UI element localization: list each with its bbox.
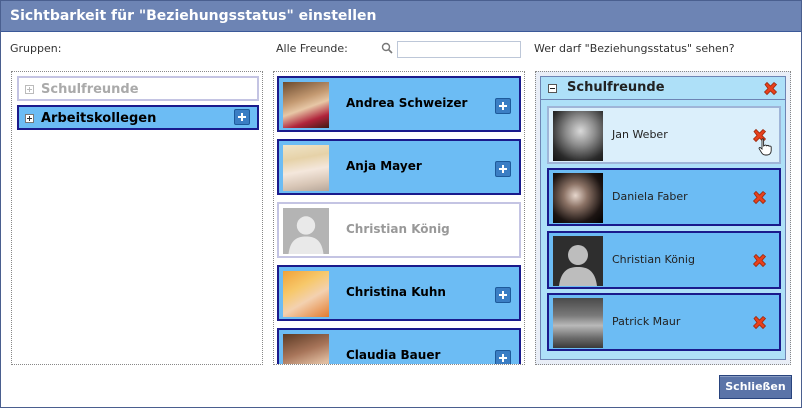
member-name: Jan Weber bbox=[612, 128, 668, 141]
groups-label: Gruppen: bbox=[10, 42, 62, 55]
group-item-schulfreunde: Schulfreunde bbox=[17, 76, 259, 101]
add-friend-button[interactable] bbox=[495, 98, 511, 114]
avatar bbox=[283, 145, 329, 191]
friend-item-claudia-bauer[interactable]: Claudia Bauer bbox=[277, 328, 521, 364]
avatar bbox=[283, 334, 329, 364]
collapse-icon[interactable] bbox=[548, 84, 557, 93]
visible-group-members: Jan Weber Daniela Faber Christian König bbox=[540, 100, 786, 360]
visibility-dialog: Sichtbarkeit für "Beziehungsstatus" eins… bbox=[0, 0, 802, 408]
add-friend-button[interactable] bbox=[495, 287, 511, 303]
friend-item-christina-kuhn[interactable]: Christina Kuhn bbox=[277, 265, 521, 321]
all-friends-label: Alle Freunde: bbox=[276, 42, 348, 55]
remove-member-x-icon[interactable] bbox=[752, 253, 767, 268]
friend-item-christian-koenig: Christian König bbox=[277, 202, 521, 258]
search-icon bbox=[381, 42, 393, 54]
member-item-patrick-maur[interactable]: Patrick Maur bbox=[547, 293, 781, 351]
add-group-button[interactable] bbox=[234, 109, 250, 125]
friend-name: Andrea Schweizer bbox=[346, 96, 468, 110]
friend-name: Claudia Bauer bbox=[346, 348, 441, 362]
friend-search-input[interactable] bbox=[397, 41, 521, 58]
add-friend-button[interactable] bbox=[495, 350, 511, 364]
remove-group-x-icon[interactable] bbox=[763, 81, 778, 96]
avatar bbox=[283, 271, 329, 317]
group-item-arbeitskollegen[interactable]: Arbeitskollegen bbox=[17, 105, 259, 130]
avatar bbox=[553, 173, 603, 223]
groups-panel: Schulfreunde Arbeitskollegen bbox=[11, 71, 263, 365]
member-name: Patrick Maur bbox=[612, 315, 681, 328]
member-name: Daniela Faber bbox=[612, 190, 688, 203]
avatar bbox=[553, 236, 603, 286]
avatar bbox=[553, 298, 603, 348]
dialog-title: Sichtbarkeit für "Beziehungsstatus" eins… bbox=[1, 1, 801, 32]
remove-member-x-icon[interactable] bbox=[752, 190, 767, 205]
expand-icon[interactable] bbox=[25, 114, 34, 123]
friend-name: Anja Mayer bbox=[346, 159, 422, 173]
add-friend-button[interactable] bbox=[495, 161, 511, 177]
hand-pointer-icon bbox=[758, 138, 772, 156]
friend-name: Christian König bbox=[346, 222, 450, 236]
friends-panel: Andrea Schweizer Anja Mayer Christian Kö… bbox=[273, 71, 525, 365]
member-item-daniela-faber[interactable]: Daniela Faber bbox=[547, 168, 781, 226]
friend-item-anja-mayer[interactable]: Anja Mayer bbox=[277, 139, 521, 195]
avatar bbox=[553, 111, 603, 161]
visible-group-title: Schulfreunde bbox=[567, 80, 665, 95]
avatar bbox=[283, 82, 329, 128]
group-label: Schulfreunde bbox=[41, 82, 139, 97]
member-item-jan-weber[interactable]: Jan Weber bbox=[547, 106, 781, 164]
friend-name: Christina Kuhn bbox=[346, 285, 446, 299]
who-can-see-label: Wer darf "Beziehungsstatus" sehen? bbox=[534, 42, 735, 55]
remove-member-x-icon[interactable] bbox=[752, 315, 767, 330]
group-label: Arbeitskollegen bbox=[41, 111, 157, 126]
member-name: Christian König bbox=[612, 253, 695, 266]
expand-icon bbox=[25, 85, 34, 94]
person-silhouette-icon bbox=[283, 208, 329, 254]
close-button[interactable]: Schließen bbox=[719, 375, 792, 399]
member-item-christian-koenig[interactable]: Christian König bbox=[547, 231, 781, 289]
visible-group-header: Schulfreunde bbox=[540, 76, 786, 100]
friend-item-andrea-schweizer[interactable]: Andrea Schweizer bbox=[277, 76, 521, 132]
visibility-panel: Schulfreunde Jan Weber Daniela Faber Chr… bbox=[535, 71, 791, 365]
person-silhouette-icon bbox=[553, 236, 603, 286]
avatar bbox=[283, 208, 329, 254]
